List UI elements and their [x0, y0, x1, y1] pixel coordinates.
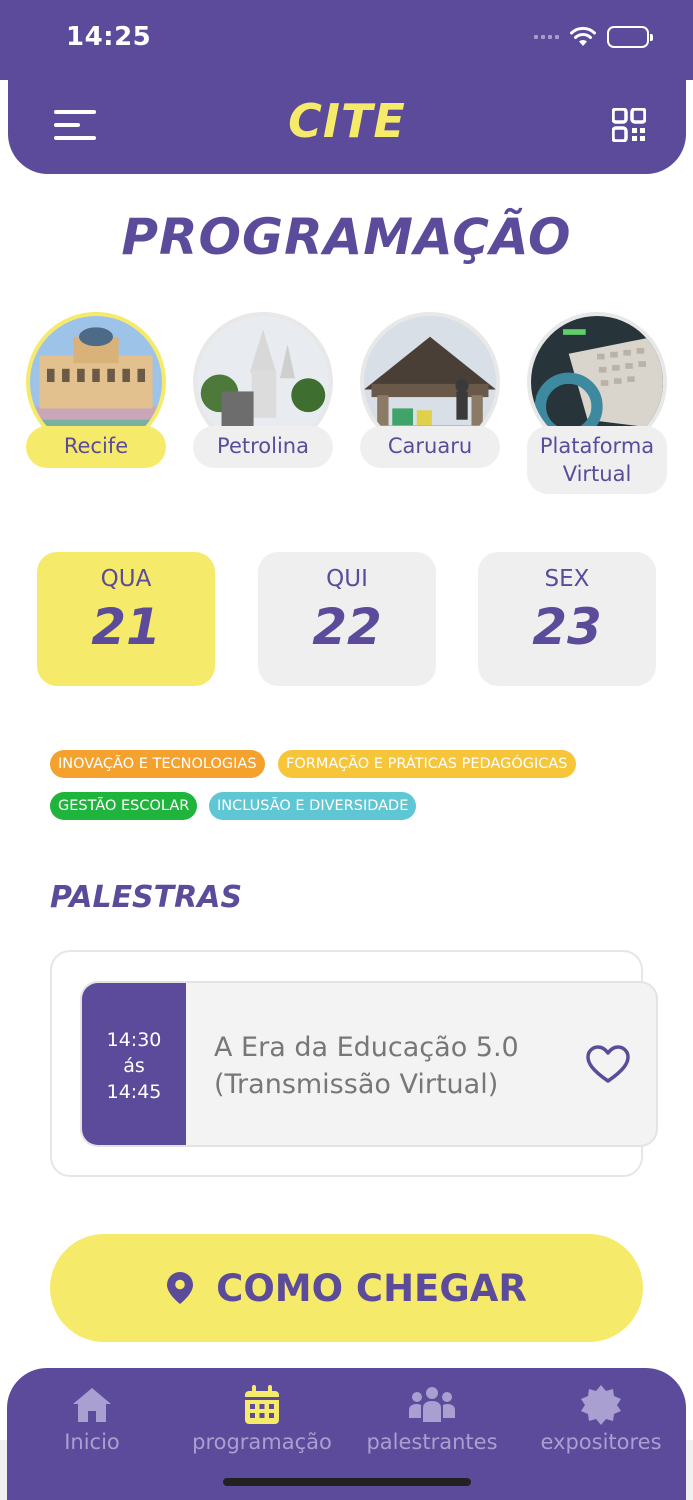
- tag-gestao-escolar[interactable]: GESTÃO ESCOLAR: [50, 792, 198, 820]
- day-qua-21[interactable]: QUA 21: [37, 552, 215, 686]
- city-petrolina[interactable]: Petrolina: [193, 312, 333, 468]
- day-number: 21: [91, 598, 161, 656]
- city-label: Plataforma Virtual: [527, 426, 667, 494]
- day-sex-23[interactable]: SEX 23: [478, 552, 656, 686]
- nav-label: programação: [192, 1430, 332, 1454]
- app-bar: CITE: [8, 70, 686, 174]
- heart-outline-icon[interactable]: [586, 1045, 630, 1085]
- tag-inovacao-tecnologias[interactable]: INOVAÇÃO E TECNOLOGIAS: [50, 750, 265, 778]
- battery-icon: [607, 26, 653, 48]
- app-title: CITE: [288, 94, 406, 148]
- city-label: Caruaru: [360, 426, 500, 468]
- talk-start-time: 14:30: [106, 1029, 162, 1051]
- wifi-icon: [570, 26, 596, 46]
- city-label: Recife: [26, 426, 166, 468]
- calendar-icon: [245, 1385, 279, 1424]
- city-caruaru[interactable]: Caruaru: [360, 312, 500, 468]
- day-weekday: QUA: [100, 566, 152, 592]
- como-chegar-button[interactable]: COMO CHEGAR: [50, 1234, 643, 1342]
- people-icon: [409, 1387, 455, 1422]
- day-weekday: QUI: [326, 566, 368, 592]
- section-title-palestras: PALESTRAS: [50, 880, 243, 915]
- tag-inclusao-diversidade[interactable]: INCLUSÃO E DIVERSIDADE: [209, 792, 417, 820]
- nav-label: palestrantes: [366, 1430, 498, 1454]
- status-time: 14:25: [66, 22, 152, 52]
- talk-card[interactable]: 14:30 ás 14:45 A Era da Educação 5.0 (Tr…: [80, 981, 658, 1147]
- status-bar: 14:25: [0, 0, 693, 80]
- como-chegar-label: COMO CHEGAR: [216, 1266, 527, 1310]
- day-number: 23: [532, 598, 602, 656]
- badge-icon: [581, 1385, 621, 1425]
- cellular-signal-icon: [534, 35, 559, 39]
- city-recife[interactable]: Recife: [26, 312, 166, 468]
- city-label: Petrolina: [193, 426, 333, 468]
- status-icons: [534, 26, 653, 48]
- tag-formacao-praticas[interactable]: FORMAÇÃO E PRÁTICAS PEDAGÓGICAS: [278, 750, 576, 778]
- talk-time-separator: ás: [123, 1055, 145, 1077]
- day-qui-22[interactable]: QUI 22: [258, 552, 436, 686]
- nav-programacao[interactable]: programação: [177, 1384, 347, 1454]
- nav-inicio[interactable]: Inicio: [7, 1384, 177, 1454]
- nav-palestrantes[interactable]: palestrantes: [347, 1384, 517, 1454]
- nav-label: expositores: [540, 1430, 662, 1454]
- talk-title: A Era da Educação 5.0 (Transmissão Virtu…: [214, 1032, 519, 1100]
- talk-end-time: 14:45: [106, 1081, 162, 1103]
- qr-code-icon[interactable]: [612, 108, 646, 142]
- nav-label: Inicio: [64, 1430, 120, 1454]
- day-weekday: SEX: [544, 566, 590, 592]
- home-indicator: [223, 1478, 471, 1486]
- nav-expositores[interactable]: expositores: [516, 1384, 686, 1454]
- map-pin-icon: [167, 1272, 194, 1304]
- day-number: 22: [312, 598, 382, 656]
- city-plataforma-virtual[interactable]: Plataforma Virtual: [527, 312, 667, 494]
- talk-time: 14:30 ás 14:45: [82, 983, 186, 1145]
- page-title: PROGRAMAÇÃO: [121, 208, 572, 266]
- home-icon: [73, 1388, 111, 1422]
